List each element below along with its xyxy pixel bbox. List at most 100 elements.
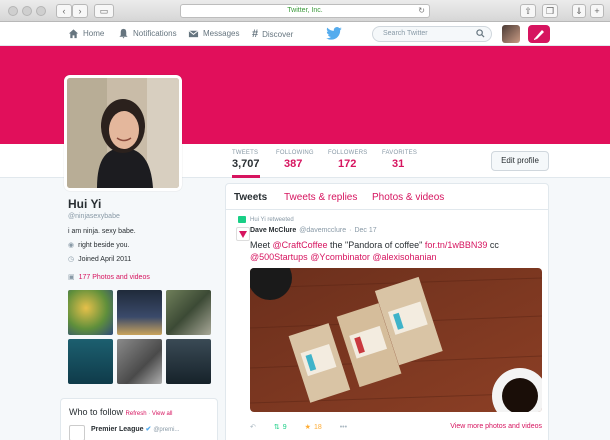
- avatar[interactable]: [502, 25, 520, 43]
- tweet-date[interactable]: Dec 17: [354, 227, 376, 234]
- photo-thumbnail[interactable]: [166, 290, 211, 335]
- nav-notifications[interactable]: Notifications: [118, 28, 177, 39]
- twitter-bird-icon[interactable]: [326, 27, 342, 40]
- reply-icon: ↶: [250, 424, 256, 431]
- url-link[interactable]: for.tn/1wBBN39: [425, 240, 488, 250]
- reload-icon[interactable]: ↻: [418, 5, 425, 17]
- photos-videos-link[interactable]: ▣ 177 Photos and videos: [68, 273, 218, 282]
- profile-joined: ◷ Joined April 2011: [68, 255, 218, 264]
- stat-following[interactable]: FOLLOWING 387: [276, 150, 314, 170]
- tweet-author-name[interactable]: Dave McClure: [250, 227, 296, 234]
- camera-icon: ▣: [68, 274, 75, 281]
- tab-tweets[interactable]: Tweets: [234, 192, 267, 203]
- quill-icon: [534, 30, 544, 40]
- timeline-tabs: Tweets Tweets & replies Photos & videos: [226, 184, 548, 210]
- share-icon: ⇧: [524, 6, 532, 16]
- photo-thumbnail[interactable]: [117, 290, 162, 335]
- forward-button[interactable]: ›: [72, 4, 88, 18]
- who-to-follow-heading: Who to follow: [69, 407, 124, 417]
- photo-thumbnail[interactable]: [117, 339, 162, 384]
- sidebar-icon: ▭: [99, 6, 109, 16]
- share-button[interactable]: ⇧: [520, 4, 536, 18]
- search-icon[interactable]: [476, 29, 485, 38]
- stat-label: FAVORITES: [382, 150, 418, 156]
- stat-favorites[interactable]: FAVORITES 31: [382, 150, 417, 170]
- nav-messages[interactable]: Messages: [188, 28, 239, 39]
- more-button[interactable]: •••: [340, 424, 347, 431]
- stat-tweets[interactable]: TWEETS 3,707: [232, 150, 260, 178]
- mention-link[interactable]: @alexisohanian: [372, 252, 436, 262]
- tweet-text-part: cc: [487, 240, 499, 250]
- who-to-follow-module: Who to follow Refresh · View all Premier…: [60, 398, 218, 440]
- sidebar-toggle-button[interactable]: ▭: [94, 4, 114, 18]
- stat-label: TWEETS: [232, 150, 259, 156]
- tweet-text-part: Meet: [250, 240, 273, 250]
- browser-toolbar: ‹ › ▭ Twitter, Inc. ↻ ⇧ ❐ ⇓ +: [0, 0, 610, 22]
- tweet-author-avatar[interactable]: [236, 227, 250, 241]
- tab-tweets-replies[interactable]: Tweets & replies: [284, 192, 357, 203]
- who-to-follow-title: Who to follow Refresh · View all: [69, 407, 209, 417]
- photo-thumbnail[interactable]: [166, 339, 211, 384]
- suggestion-avatar[interactable]: [69, 425, 85, 440]
- retweet-count: 9: [282, 423, 287, 431]
- refresh-link[interactable]: Refresh: [126, 411, 147, 417]
- retweet-button[interactable]: ⇅ 9: [274, 423, 287, 432]
- new-tab-button[interactable]: +: [590, 4, 604, 18]
- close-window-button[interactable]: [8, 6, 18, 16]
- nav-notifications-label: Notifications: [133, 29, 177, 38]
- profile-name[interactable]: Hui Yi: [68, 197, 218, 211]
- tweet-actions: ↶ ⇅ 9 ★ 18 ••• View more photos and vide…: [250, 420, 542, 434]
- view-all-link[interactable]: View all: [152, 411, 173, 417]
- back-button[interactable]: ‹: [56, 4, 72, 18]
- mention-link[interactable]: @500Startups: [250, 252, 308, 262]
- nav-discover[interactable]: # Discover: [252, 28, 293, 40]
- calendar-icon: ◷: [68, 256, 75, 263]
- stat-value: 172: [338, 158, 357, 170]
- hashtag-icon: #: [252, 28, 259, 40]
- search-placeholder: Search Twitter: [383, 30, 428, 37]
- suggestion-name[interactable]: Premier League: [91, 426, 144, 433]
- chevron-right-icon: ›: [78, 6, 82, 16]
- suggestion-handle: @premi...: [153, 427, 180, 433]
- address-bar[interactable]: Twitter, Inc. ↻: [180, 4, 430, 18]
- mention-link[interactable]: @CraftCoffee: [273, 240, 328, 250]
- search-input[interactable]: Search Twitter: [372, 26, 492, 42]
- profile-location: ◉ right beside you.: [68, 241, 218, 250]
- photo-thumbnail[interactable]: [68, 290, 113, 335]
- minimize-window-button[interactable]: [22, 6, 32, 16]
- download-icon: ⇓: [575, 6, 583, 16]
- zoom-window-button[interactable]: [36, 6, 46, 16]
- tweet-media-photo[interactable]: [250, 268, 542, 412]
- nav-home-label: Home: [83, 29, 105, 38]
- download-button[interactable]: ⇓: [572, 4, 586, 18]
- nav-messages-label: Messages: [203, 29, 240, 38]
- bell-icon: [119, 28, 128, 39]
- mention-link[interactable]: @Ycombinator: [310, 252, 370, 262]
- chevron-left-icon: ‹: [62, 6, 66, 16]
- reply-button[interactable]: ↶: [250, 423, 256, 431]
- profile-photo-image: [67, 78, 179, 188]
- timeline: Tweets Tweets & replies Photos & videos …: [225, 183, 549, 440]
- stat-value: 3,707: [232, 158, 260, 170]
- follow-suggestion[interactable]: Premier League ✔ @premi...: [69, 425, 209, 440]
- tab-photos-videos[interactable]: Photos & videos: [372, 192, 444, 203]
- twitter-top-nav: Home Notifications Messages # Discover S…: [0, 22, 610, 46]
- profile-sidebar: Hui Yi @ninjasexybabe i am ninja. sexy b…: [68, 197, 218, 281]
- photo-thumbnail[interactable]: [68, 339, 113, 384]
- stat-label: FOLLOWERS: [328, 150, 368, 156]
- verified-icon: ✔: [145, 426, 152, 433]
- retweeted-by-text[interactable]: Hui Yi retweeted: [250, 217, 294, 223]
- favorite-button[interactable]: ★ 18: [305, 423, 322, 432]
- tabs-overview-button[interactable]: ❐: [542, 4, 558, 18]
- favorite-count: 18: [313, 423, 322, 431]
- compose-tweet-button[interactable]: [528, 25, 550, 43]
- tweet-author-handle[interactable]: @davemcclure: [299, 227, 346, 234]
- stat-followers[interactable]: FOLLOWERS 172: [328, 150, 367, 170]
- retweet-icon: [238, 216, 246, 223]
- view-more-photos-link[interactable]: View more photos and videos: [450, 423, 542, 430]
- profile-handle[interactable]: @ninjasexybabe: [68, 213, 218, 220]
- envelope-icon: [188, 30, 199, 38]
- profile-avatar[interactable]: [64, 75, 182, 191]
- nav-home[interactable]: Home: [68, 28, 104, 39]
- edit-profile-button[interactable]: Edit profile: [491, 151, 549, 171]
